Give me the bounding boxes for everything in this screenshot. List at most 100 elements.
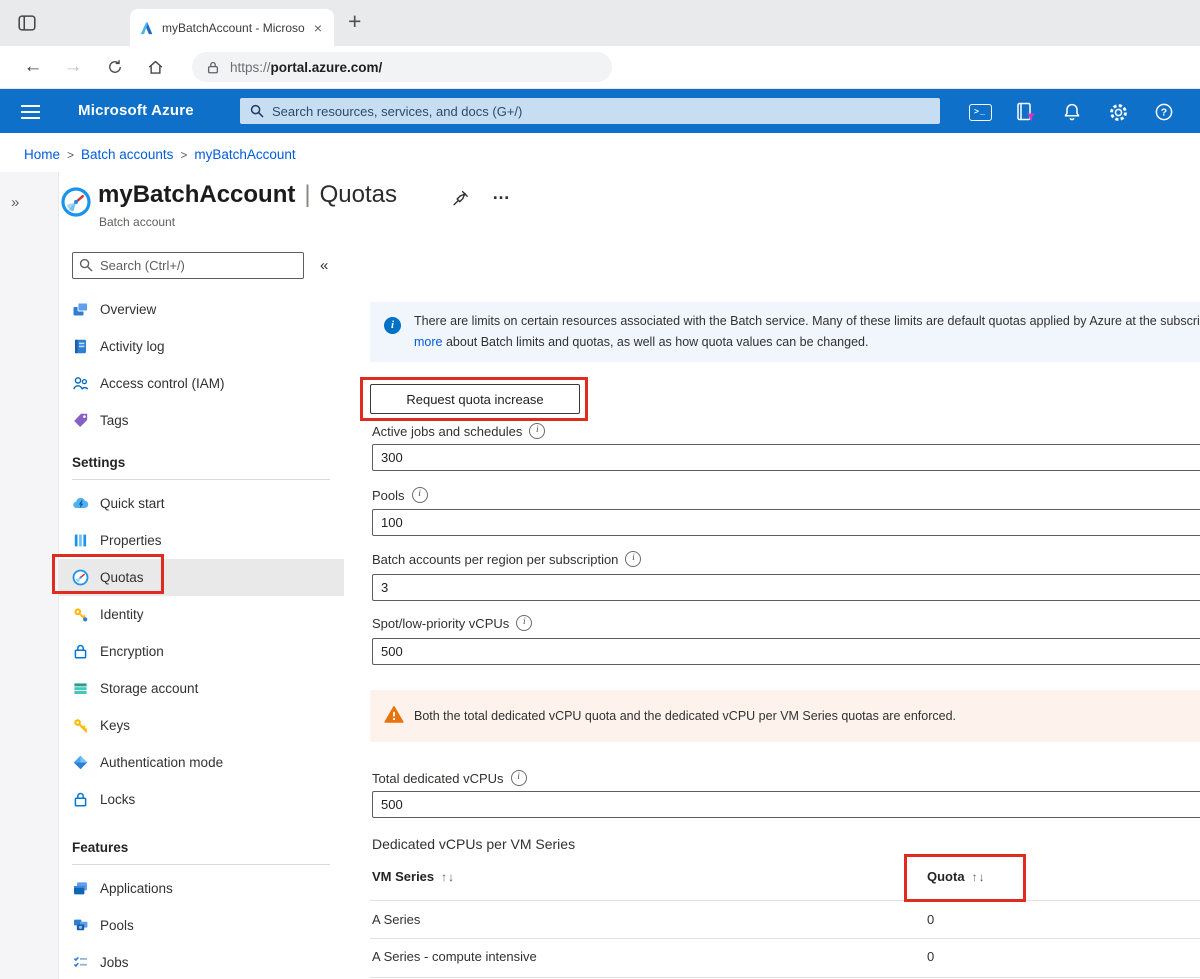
field-label-pools: Poolsi: [372, 487, 428, 503]
table-row-quota: 0: [927, 912, 934, 927]
request-quota-increase-button[interactable]: Request quota increase: [370, 384, 580, 414]
warning-banner: Both the total dedicated vCPU quota and …: [370, 690, 1200, 742]
tab-title: myBatchAccount - Microsoft Azu: [162, 21, 305, 35]
sidebar-item-pools[interactable]: Pools: [58, 907, 344, 944]
page-subtitle: Batch account: [99, 215, 175, 229]
learn-more-link[interactable]: more: [414, 335, 442, 349]
sidebar-item-authentication-mode[interactable]: Authentication mode: [58, 744, 344, 781]
sidebar-section-features: Features: [72, 840, 330, 865]
info-icon: i: [384, 317, 401, 334]
quotas-content: i There are limits on certain resources …: [370, 0, 1200, 979]
sidebar-item-overview[interactable]: Overview: [58, 291, 344, 328]
sidebar-item-storage-account[interactable]: Storage account: [58, 670, 344, 707]
sidebar-item-encryption[interactable]: Encryption: [58, 633, 344, 670]
table-divider: [370, 938, 1200, 939]
breadcrumb-batch-accounts[interactable]: Batch accounts: [81, 147, 173, 162]
field-label-batch-accounts: Batch accounts per region per subscripti…: [372, 551, 641, 567]
active-jobs-input[interactable]: [372, 444, 1200, 471]
sidebar-item-properties[interactable]: Properties: [58, 522, 344, 559]
info-icon[interactable]: i: [516, 615, 532, 631]
info-icon[interactable]: i: [412, 487, 428, 503]
sidebar-section-settings: Settings: [72, 455, 330, 480]
sidebar-item-keys[interactable]: Keys: [58, 707, 344, 744]
screen: myBatchAccount - Microsoft Azu × + ← → h: [0, 0, 1200, 979]
info-banner: i There are limits on certain resources …: [370, 302, 1200, 362]
field-label-spot-vcpus: Spot/low-priority vCPUsi: [372, 615, 532, 631]
breadcrumb-home[interactable]: Home: [24, 147, 60, 162]
breadcrumb-mybatchaccount[interactable]: myBatchAccount: [194, 147, 295, 162]
resource-menu: « Overview Activity log: [58, 250, 344, 979]
sort-icon: ↑↓: [972, 870, 986, 884]
spot-vcpus-input[interactable]: [372, 638, 1200, 665]
collapse-menu-chevron[interactable]: «: [320, 257, 328, 274]
sidebar-item-quotas[interactable]: Quotas: [58, 559, 344, 596]
identity-icon: [72, 606, 89, 623]
info-icon[interactable]: i: [511, 770, 527, 786]
tab-close-icon[interactable]: ×: [311, 20, 325, 36]
portal-left-rail: »: [0, 172, 59, 979]
home-icon[interactable]: [142, 54, 168, 80]
table-divider: [370, 977, 1200, 978]
azure-brand[interactable]: Microsoft Azure: [78, 102, 194, 119]
storage-account-icon: [72, 680, 89, 697]
vm-series-table-title: Dedicated vCPUs per VM Series: [372, 836, 575, 852]
encryption-icon: [72, 643, 89, 660]
breadcrumb: Home>Batch accounts>myBatchAccount: [24, 147, 296, 162]
properties-icon: [72, 532, 89, 549]
sidebar-item-access-control[interactable]: Access control (IAM): [58, 365, 344, 402]
authentication-mode-icon: [72, 754, 89, 771]
back-icon[interactable]: ←: [20, 54, 46, 80]
quotas-icon: [72, 569, 89, 586]
info-banner-line2: more about Batch limits and quotas, as w…: [414, 332, 1200, 353]
sidebar-item-jobs[interactable]: Jobs: [58, 944, 344, 979]
table-row-name: A Series - compute intensive: [372, 949, 537, 964]
info-icon[interactable]: i: [529, 423, 545, 439]
sidebar-item-applications[interactable]: Applications: [58, 870, 344, 907]
applications-icon: [72, 880, 89, 897]
pools-icon: [72, 917, 89, 934]
warning-text: Both the total dedicated vCPU quota and …: [414, 709, 956, 723]
expand-rail-chevron[interactable]: »: [11, 194, 19, 211]
info-banner-line1: There are limits on certain resources as…: [414, 311, 1200, 332]
quick-start-icon: [72, 495, 89, 512]
jobs-icon: [72, 954, 89, 971]
table-row-name: A Series: [372, 912, 420, 927]
lock-icon: [206, 60, 220, 75]
warning-icon: [384, 705, 404, 724]
total-vcpus-input[interactable]: [372, 791, 1200, 818]
column-header-quota[interactable]: Quota↑↓: [927, 869, 986, 884]
sidebar-item-identity[interactable]: Identity: [58, 596, 344, 633]
tags-icon: [72, 412, 89, 429]
locks-icon: [72, 791, 89, 808]
page-title: myBatchAccount|Quotas: [98, 181, 397, 209]
sidebar-item-locks[interactable]: Locks: [58, 781, 344, 818]
new-tab-button[interactable]: +: [348, 8, 361, 35]
overview-icon: [72, 301, 89, 318]
column-header-vm-series[interactable]: VM Series↑↓: [372, 869, 455, 884]
refresh-icon[interactable]: [102, 54, 128, 80]
field-label-active-jobs: Active jobs and schedulesi: [372, 423, 545, 439]
info-icon[interactable]: i: [625, 551, 641, 567]
sidebar-item-activity-log[interactable]: Activity log: [58, 328, 344, 365]
table-divider: [370, 900, 1200, 901]
access-control-icon: [72, 375, 89, 392]
sidebar-item-quick-start[interactable]: Quick start: [58, 485, 344, 522]
hamburger-icon[interactable]: [18, 100, 42, 124]
sidebar-search-input[interactable]: [72, 252, 304, 279]
forward-icon: →: [60, 54, 86, 80]
field-label-total-vcpus: Total dedicated vCPUsi: [372, 770, 527, 786]
table-row-quota: 0: [927, 949, 934, 964]
azure-favicon: [139, 21, 154, 36]
browser-tab[interactable]: myBatchAccount - Microsoft Azu ×: [130, 9, 334, 47]
refresh-glyph: [106, 58, 124, 76]
keys-icon: [72, 717, 89, 734]
activity-log-icon: [72, 338, 89, 355]
url-text: https://portal.azure.com/: [230, 60, 382, 75]
tab-actions-button[interactable]: [14, 10, 40, 36]
sort-icon: ↑↓: [441, 870, 455, 884]
sidebar-search-icon: [79, 258, 93, 272]
search-icon: [250, 104, 264, 118]
sidebar-item-tags[interactable]: Tags: [58, 402, 344, 439]
pools-input[interactable]: [372, 509, 1200, 536]
batch-accounts-input[interactable]: [372, 574, 1200, 601]
